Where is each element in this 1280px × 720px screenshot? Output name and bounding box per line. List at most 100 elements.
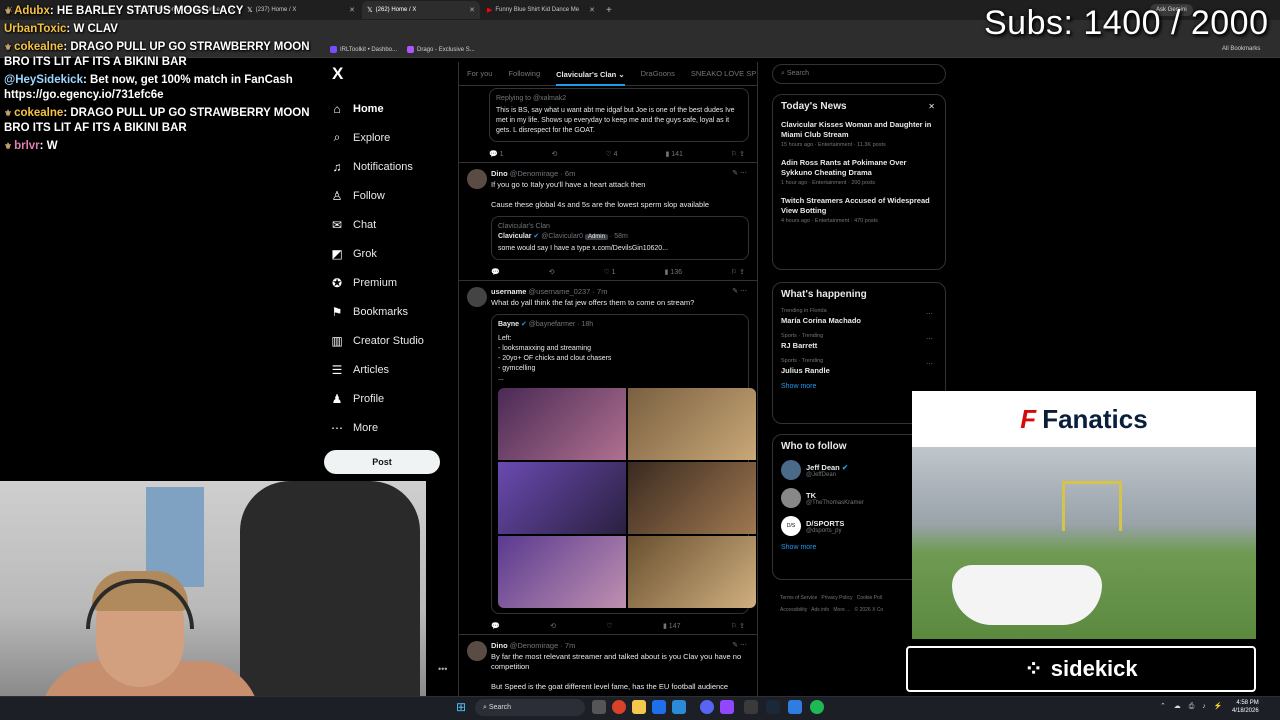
repost-icon[interactable]: ⟲	[549, 268, 555, 276]
app-icon[interactable]	[672, 700, 686, 714]
windows-start-icon[interactable]: ⊞	[456, 700, 466, 714]
chrome-icon[interactable]	[612, 700, 626, 714]
views-icon[interactable]: ▮ 136	[665, 268, 682, 276]
more-icon[interactable]: ⋯	[926, 310, 933, 318]
nav-creator-studio[interactable]: ▥ Creator Studio	[324, 326, 454, 355]
tweet-menu-icon[interactable]: ✎ ⋯	[732, 169, 747, 177]
nav-home[interactable]: ⌂ Home	[324, 94, 454, 123]
tweet[interactable]: ✎ ⋯ username @username_0237 · 7m What do…	[459, 281, 757, 635]
avatar[interactable]	[467, 641, 487, 661]
close-tab-icon[interactable]: ✕	[469, 6, 475, 14]
trend-item[interactable]: Sports · Trending RJ Barrett ⋯	[781, 333, 937, 350]
app-icon[interactable]	[720, 700, 734, 714]
steam-icon[interactable]	[766, 700, 780, 714]
views-icon[interactable]: ▮ 147	[663, 622, 680, 630]
x-logo[interactable]: X	[332, 64, 454, 84]
tab-clavicular-clan[interactable]: Clavicular's Clan ⌄	[556, 70, 625, 86]
bookmark-icon[interactable]: ⚐ ⇪	[731, 268, 745, 276]
taskbar-search[interactable]: ⌕ Search	[475, 699, 585, 716]
close-icon[interactable]: ✕	[928, 102, 935, 111]
nav-premium[interactable]: ✪ Premium	[324, 268, 454, 297]
account-more-icon[interactable]: •••	[438, 664, 447, 674]
tweet-menu-icon[interactable]: ✎ ⋯	[732, 641, 747, 649]
news-item[interactable]: Clavicular Kisses Woman and Daughter in …	[781, 120, 937, 148]
footer-link[interactable]: Accessibility	[780, 607, 807, 613]
nav-grok[interactable]: ◩ Grok	[324, 239, 454, 268]
new-tab-button[interactable]: +	[606, 5, 612, 16]
file-explorer-icon[interactable]	[632, 700, 646, 714]
nav-bookmarks[interactable]: ⚑ Bookmarks	[324, 297, 454, 326]
footer-link[interactable]: Cookie Poli	[857, 595, 882, 601]
nav-more[interactable]: ⋯ More	[324, 413, 454, 442]
bookmark-item[interactable]: IRLToolkit • Dashbo...	[330, 46, 397, 53]
nav-follow[interactable]: ♙ Follow	[324, 181, 454, 210]
avatar[interactable]	[467, 287, 487, 307]
browser-tab[interactable]: ▶ Funny Blue Shirt Kid Dance Me ✕	[482, 1, 600, 19]
like-icon[interactable]: ♡	[606, 622, 612, 630]
views-icon[interactable]: ▮ 141	[665, 150, 682, 158]
nav-notifications[interactable]: ♫ Notifications	[324, 152, 454, 181]
reply-icon[interactable]: 💬	[491, 622, 500, 630]
news-item[interactable]: Adin Ross Rants at Pokimane Over Sykkuno…	[781, 158, 937, 186]
media-image[interactable]	[498, 536, 626, 608]
tab-for-you[interactable]: For you	[467, 69, 492, 78]
sidebar-nav: X ⌂ Home ⌕ Explore ♫ Notifications ♙ Follow …	[324, 64, 454, 442]
more-icon[interactable]: ⋯	[926, 360, 933, 368]
bookmark-icon[interactable]: ⚐ ⇪	[731, 150, 745, 158]
nav-profile[interactable]: ♟ Profile	[324, 384, 454, 413]
tab-sneako[interactable]: SNEAKO LOVE SP	[691, 69, 756, 78]
tab-dragoons[interactable]: DraGoons	[641, 69, 675, 78]
system-tray[interactable]: ⌃ ☁ ⎙ ♪ ⚡	[1160, 702, 1225, 711]
spotify-icon[interactable]	[810, 700, 824, 714]
post-button[interactable]: Post	[324, 450, 440, 474]
media-image[interactable]	[628, 462, 756, 534]
avatar[interactable]	[467, 169, 487, 189]
quoted-reply[interactable]: Replying to @xalmak2 This is BS, say wha…	[489, 88, 749, 142]
quoted-tweet[interactable]: Clavicular's Clan Clavicular ✔ @Clavicul…	[491, 216, 749, 260]
bookmark-icon[interactable]: ⚐ ⇪	[731, 622, 745, 630]
nav-articles[interactable]: ☰ Articles	[324, 355, 454, 384]
media-image[interactable]	[628, 388, 756, 460]
repost-icon[interactable]: ⟲	[552, 150, 558, 158]
news-item[interactable]: Twitch Streamers Accused of Widespread V…	[781, 196, 937, 224]
trend-item[interactable]: Sports · Trending Julius Randle ⋯	[781, 358, 937, 375]
tweet[interactable]: ✎ ⋯ Dino @Denomirage · 6m If you go to I…	[459, 163, 757, 281]
nav-explore[interactable]: ⌕ Explore	[324, 123, 454, 152]
browser-tab-active[interactable]: 𝕏 (262) Home / X ✕	[362, 1, 480, 19]
more-icon[interactable]: ⋯	[926, 335, 933, 343]
taskbar-clock[interactable]: 4:58 PM 4/18/2026	[1232, 699, 1259, 715]
discord-icon[interactable]	[700, 700, 714, 714]
sub-goal-counter: Subs: 1400 / 2000	[984, 4, 1269, 42]
all-bookmarks-button[interactable]: All Bookmarks	[1222, 46, 1260, 52]
tweet[interactable]: Replying to @xalmak2 This is BS, say wha…	[459, 86, 757, 163]
reply-icon[interactable]: 💬	[491, 268, 500, 276]
like-icon[interactable]: ♡ 1	[603, 268, 615, 276]
image-grid[interactable]	[498, 388, 756, 608]
tab-following[interactable]: Following	[508, 69, 540, 78]
bookmark-item[interactable]: Drago - Exclusive S...	[407, 46, 475, 53]
search-input[interactable]: ⌕ Search	[772, 64, 946, 84]
media-image[interactable]	[498, 462, 626, 534]
footer-link[interactable]: Terms of Service	[780, 595, 817, 601]
task-view-icon[interactable]	[592, 700, 606, 714]
repost-icon[interactable]: ⟲	[550, 622, 556, 630]
close-tab-icon[interactable]: ✕	[349, 6, 355, 14]
media-image[interactable]	[498, 388, 626, 460]
media-image[interactable]	[628, 536, 756, 608]
footer-link[interactable]: More ...	[833, 607, 850, 613]
close-tab-icon[interactable]: ✕	[589, 6, 595, 14]
footer-link[interactable]: Privacy Policy	[821, 595, 852, 601]
show-more-link[interactable]: Show more	[781, 383, 937, 390]
tweet[interactable]: ✎ ⋯ Dino @Denomirage · 7m By far the mos…	[459, 635, 757, 696]
tweet-menu-icon[interactable]: ✎ ⋯	[732, 287, 747, 295]
chat-message: @HeySidekick: Bet now, get 100% match in…	[4, 74, 293, 101]
footer-link[interactable]: Ads info	[811, 607, 829, 613]
app-icon[interactable]	[652, 700, 666, 714]
reply-icon[interactable]: 💬 1	[489, 150, 504, 158]
trend-item[interactable]: Trending in Florida María Corina Machado ⋯	[781, 308, 937, 325]
quoted-tweet[interactable]: Bayne ✔ @baynefarmer · 18h Left: - looks…	[491, 314, 756, 614]
like-icon[interactable]: ♡ 4	[605, 150, 617, 158]
app-icon[interactable]	[788, 700, 802, 714]
app-icon[interactable]	[744, 700, 758, 714]
nav-chat[interactable]: ✉ Chat	[324, 210, 454, 239]
